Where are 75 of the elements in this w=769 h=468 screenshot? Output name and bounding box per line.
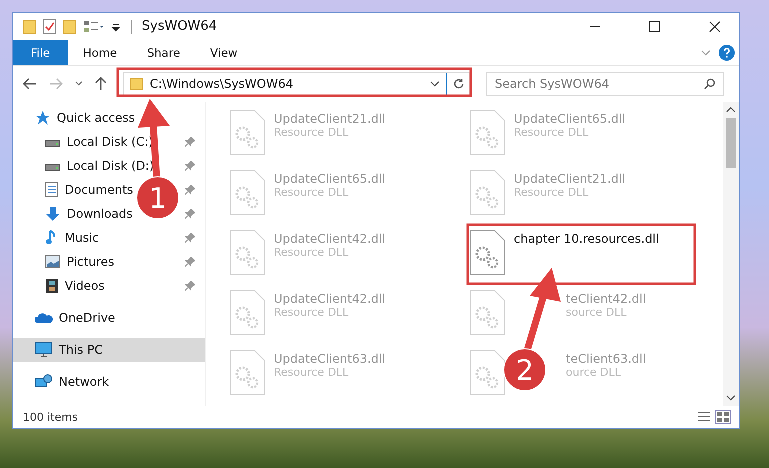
sidebar-item[interactable]: Pictures [45, 255, 115, 269]
search-icon[interactable] [704, 78, 716, 90]
ribbon-tab[interactable]: View [195, 40, 253, 65]
sidebar-item[interactable]: Quick access [13, 106, 205, 130]
dll-file-icon [470, 290, 506, 336]
step-number: 2 [516, 354, 534, 387]
file-type: Resource DLL [514, 126, 590, 139]
refresh-icon[interactable] [453, 78, 465, 90]
dll-file-icon [470, 110, 506, 156]
address-bar[interactable]: C:\Windows\SysWOW64 [123, 72, 470, 96]
search-field[interactable]: Search SysWOW64 [486, 72, 724, 96]
maximize-icon[interactable] [649, 20, 661, 32]
file-name[interactable]: chapter 10.resources.dll [514, 232, 660, 246]
dll-file-icon [470, 230, 506, 276]
properties-icon[interactable] [83, 18, 105, 34]
up-arrow-icon[interactable] [95, 77, 107, 91]
checklist-icon[interactable] [43, 18, 57, 34]
star-icon [35, 110, 51, 126]
scrollbar-thumb[interactable] [726, 118, 736, 168]
folder-icon [130, 77, 144, 91]
number-badge [504, 348, 546, 392]
chevron-down-icon[interactable] [75, 81, 83, 87]
dll-file-icon [470, 350, 506, 396]
chevron-down-icon[interactable] [726, 394, 736, 402]
chevron-down-icon[interactable] [430, 80, 440, 88]
dll-file-icon [230, 290, 266, 336]
ribbon-tab[interactable]: File [13, 40, 68, 65]
monitor-icon [35, 342, 53, 358]
ribbon-tab[interactable]: Home [68, 40, 132, 65]
back-arrow-icon[interactable] [23, 78, 37, 90]
item-count: 100 items [23, 410, 78, 424]
file-type: source DLL [566, 306, 628, 319]
sidebar-item[interactable]: Local Disk (D:) [45, 159, 154, 173]
dll-file-icon [230, 230, 266, 276]
details-view-icon[interactable] [697, 411, 711, 423]
close-icon[interactable] [709, 20, 721, 32]
pin-icon[interactable] [185, 209, 195, 219]
sidebar-item[interactable]: OneDrive [13, 306, 205, 330]
file-type: Resource DLL [274, 366, 350, 379]
sidebar-item[interactable]: This PC [13, 338, 205, 362]
scrollbar[interactable] [723, 102, 739, 406]
dll-file-icon [230, 110, 266, 156]
pin-icon[interactable] [185, 137, 195, 147]
file-type: Resource DLL [274, 306, 350, 319]
pin-icon[interactable] [185, 257, 195, 267]
ribbon-tab[interactable]: Share [132, 40, 196, 65]
dll-file-icon [230, 350, 266, 396]
network-icon [35, 374, 53, 390]
file-type: Resource DLL [274, 126, 350, 139]
film-icon [45, 278, 59, 294]
picture-icon [45, 255, 61, 269]
pin-icon[interactable] [185, 185, 195, 195]
step-number: 1 [149, 182, 167, 215]
sidebar-item[interactable]: Downloads [45, 206, 133, 222]
down-arrow-icon [45, 206, 61, 222]
number-badge [136, 176, 180, 220]
pin-icon[interactable] [185, 233, 195, 243]
file-type: Resource DLL [514, 186, 590, 199]
large-icons-view-icon[interactable] [715, 410, 731, 424]
file-type: Resource DLL [274, 246, 350, 259]
file-type: ource DLL [566, 366, 622, 379]
sidebar-item[interactable]: Documents [45, 182, 134, 198]
document-icon [45, 182, 59, 198]
file-type: Resource DLL [274, 186, 350, 199]
pin-icon[interactable] [185, 161, 195, 171]
cloud-icon [35, 312, 53, 324]
dll-file-icon [230, 170, 266, 216]
help-icon[interactable] [719, 44, 735, 60]
sidebar-item[interactable]: Music [45, 230, 100, 246]
sidebar-item[interactable]: Videos [45, 278, 105, 294]
pin-icon[interactable] [185, 281, 195, 291]
chevron-up-icon[interactable] [726, 106, 736, 114]
dll-file-icon [470, 170, 506, 216]
sidebar-item[interactable]: Network [13, 370, 205, 394]
window-title: SysWOW64 [142, 19, 218, 34]
